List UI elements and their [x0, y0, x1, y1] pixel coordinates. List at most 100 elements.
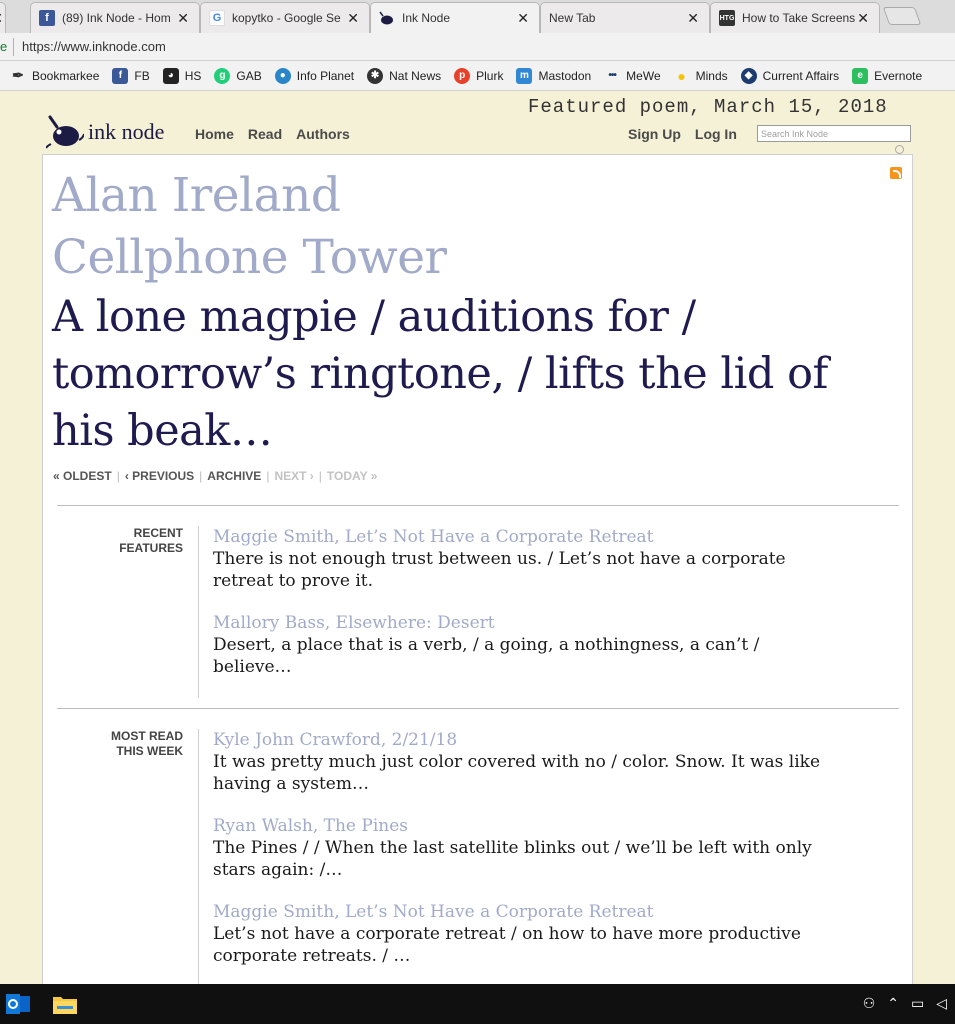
natnews-icon: ✱ — [367, 67, 384, 84]
bookmark-label: Evernote — [874, 68, 923, 83]
tab-howtogeek[interactable]: HTG How to Take Screens ✕ — [710, 2, 880, 33]
bookmark-fb[interactable]: f FB — [112, 67, 150, 84]
archive-link[interactable]: ARCHIVE — [207, 469, 261, 483]
site-logo[interactable]: ink node — [45, 114, 165, 150]
bookmark-evernote[interactable]: e Evernote — [852, 67, 923, 84]
web-page: Featured poem, March 15, 2018 ink node H… — [0, 92, 955, 984]
list-item[interactable]: Kyle John Crawford, 2/21/18 It was prett… — [213, 729, 833, 795]
people-icon[interactable]: ⚇ — [863, 995, 876, 1012]
bookmark-mastodon[interactable]: m Mastodon — [516, 67, 592, 84]
bookmark-infoplanet[interactable]: ● Info Planet — [274, 67, 354, 84]
section-divider — [57, 708, 899, 709]
mewe-icon: ••• — [608, 70, 617, 81]
bookmark-natnews[interactable]: ✱ Nat News — [367, 67, 441, 84]
entry-excerpt: Desert, a place that is a verb, / a goin… — [213, 635, 760, 677]
nav-read[interactable]: Read — [248, 126, 282, 142]
next-link: NEXT › — [274, 469, 314, 483]
bookmark-gab[interactable]: g GAB — [214, 67, 262, 84]
address-divider — [13, 38, 14, 56]
featured-author[interactable]: Alan Ireland — [52, 165, 341, 227]
outlook-icon[interactable] — [6, 993, 30, 1015]
bookmark-label: GAB — [236, 68, 262, 83]
inknode-icon — [379, 10, 395, 26]
google-icon: G — [209, 10, 225, 26]
tab-strip: ✕ f (89) Ink Node - Hom ✕ G kopytko - Go… — [0, 0, 955, 33]
nav-authors[interactable]: Authors — [296, 126, 350, 142]
pager-separator: | — [116, 469, 120, 483]
tab-google[interactable]: G kopytko - Google Se ✕ — [200, 2, 370, 33]
bookmark-bookmarkee[interactable]: ✒ Bookmarkee — [10, 67, 100, 84]
previous-link[interactable]: ‹ PREVIOUS — [125, 469, 194, 483]
nav-home[interactable]: Home — [195, 126, 234, 142]
search-input[interactable] — [757, 125, 911, 142]
volume-icon[interactable]: ◁ — [936, 995, 947, 1012]
htg-icon: HTG — [719, 10, 735, 26]
log-in-link[interactable]: Log In — [695, 126, 737, 142]
close-icon[interactable]: ✕ — [177, 10, 189, 27]
list-item[interactable]: Maggie Smith, Let’s Not Have a Corporate… — [213, 901, 833, 967]
featured-excerpt[interactable]: A lone magpie / auditions for / tomorrow… — [52, 289, 882, 460]
section-divider — [57, 505, 899, 506]
bookmarks-bar: ✒ Bookmarkee f FB ◕ HS g GAB ● Info Planet ✱ N… — [0, 61, 955, 91]
system-tray: ⚇ ⌃ ▭ ◁ — [863, 995, 947, 1012]
search-handle — [895, 145, 904, 154]
entry-title[interactable]: Maggie Smith, Let’s Not Have a Corporate… — [213, 901, 833, 923]
plurk-icon: p — [454, 67, 471, 84]
file-explorer-icon[interactable] — [53, 994, 77, 1014]
bookmark-mewe[interactable]: ••• MeWe — [604, 68, 660, 84]
bookmark-label: MeWe — [626, 68, 661, 83]
bookmark-label: Bookmarkee — [32, 68, 100, 83]
bookmark-currentaffairs[interactable]: ◆ Current Affairs — [740, 67, 839, 84]
close-icon[interactable]: ✕ — [857, 10, 869, 27]
tab-newtab[interactable]: New Tab ✕ — [540, 2, 710, 33]
poem-pager: « OLDEST | ‹ PREVIOUS | ARCHIVE | NEXT ›… — [53, 469, 377, 483]
tab-inknode[interactable]: Ink Node ✕ — [370, 2, 540, 33]
url-text[interactable]: https://www.inknode.com — [22, 39, 166, 54]
bookmark-label: Mastodon — [538, 68, 592, 83]
bookmark-hs[interactable]: ◕ HS — [162, 67, 202, 84]
list-item[interactable]: Maggie Smith, Let’s Not Have a Corporate… — [213, 526, 833, 592]
mastodon-icon: m — [516, 67, 533, 84]
tab-facebook[interactable]: f (89) Ink Node - Hom ✕ — [30, 2, 200, 33]
entry-title[interactable]: Ryan Walsh, The Pines — [213, 815, 833, 837]
infoplanet-icon: ● — [274, 67, 291, 84]
bookmark-plurk[interactable]: p Plurk — [454, 67, 504, 84]
previous-label: PREVIOUS — [132, 469, 195, 483]
today-link: TODAY » — [326, 469, 378, 483]
next-label: NEXT — [274, 469, 307, 483]
entry-title[interactable]: Maggie Smith, Let’s Not Have a Corporate… — [213, 526, 833, 548]
entry-title[interactable]: Mallory Bass, Elsewhere: Desert — [213, 612, 833, 634]
heading-line: MOST READ — [111, 729, 183, 743]
close-icon[interactable]: ✕ — [687, 10, 699, 27]
recent-features-heading: RECENT FEATURES — [83, 526, 183, 556]
bookmark-label: HS — [184, 68, 202, 83]
taskbar: ⚇ ⌃ ▭ ◁ — [0, 984, 955, 1024]
facebook-icon: f — [112, 67, 129, 84]
list-item[interactable]: Mallory Bass, Elsewhere: Desert Desert, … — [213, 612, 833, 678]
bookmark-label: Plurk — [476, 68, 504, 83]
entry-excerpt: There is not enough trust between us. / … — [213, 549, 786, 591]
tab-overflow[interactable]: ✕ — [0, 2, 6, 33]
rss-icon[interactable] — [890, 167, 902, 179]
entry-title[interactable]: Kyle John Crawford, 2/21/18 — [213, 729, 833, 751]
oldest-link[interactable]: « OLDEST — [53, 469, 112, 483]
pager-separator: | — [318, 469, 322, 483]
address-bar[interactable]: e https://www.inknode.com — [0, 33, 955, 61]
bookmark-minds[interactable]: ● Minds — [674, 68, 727, 84]
currentaffairs-icon: ◆ — [740, 67, 757, 84]
facebook-icon: f — [39, 10, 55, 26]
sign-up-link[interactable]: Sign Up — [628, 126, 681, 142]
bookmark-label: FB — [134, 68, 150, 83]
logo-text: ink node — [88, 119, 165, 144]
new-tab-button[interactable] — [882, 7, 922, 25]
chevron-up-icon[interactable]: ⌃ — [887, 995, 899, 1012]
list-item[interactable]: Ryan Walsh, The Pines The Pines / / When… — [213, 815, 833, 881]
secure-indicator[interactable]: e — [0, 39, 7, 54]
close-icon[interactable]: ✕ — [517, 10, 529, 27]
featured-poem-title[interactable]: Cellphone Tower — [52, 227, 447, 289]
heading-line: RECENT — [133, 526, 183, 540]
close-icon[interactable]: ✕ — [347, 10, 359, 27]
featured-date: Featured poem, March 15, 2018 — [528, 96, 888, 118]
network-icon[interactable]: ▭ — [911, 995, 924, 1012]
entry-excerpt: Let’s not have a corporate retreat / on … — [213, 924, 801, 966]
